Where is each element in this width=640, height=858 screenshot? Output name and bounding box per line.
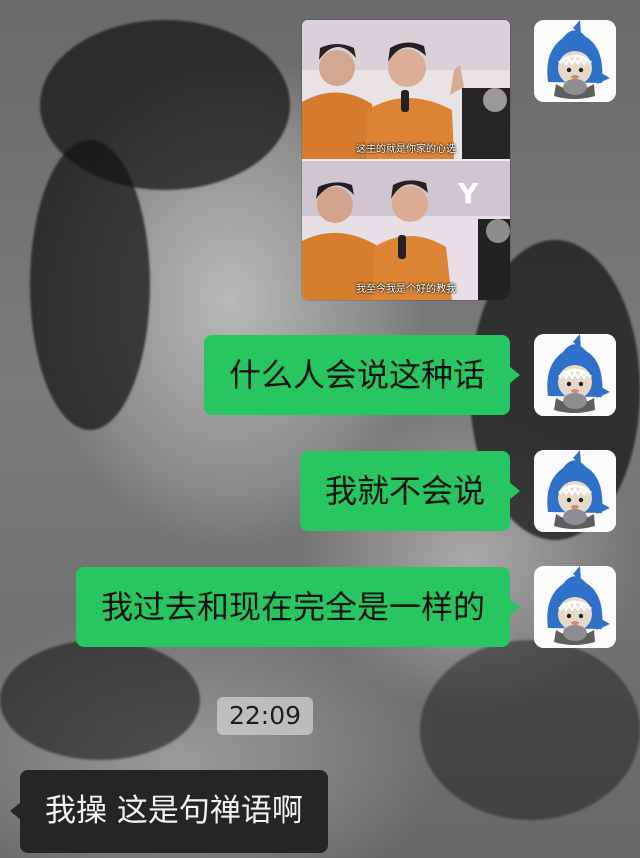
avatar[interactable] [534, 566, 616, 648]
avatar[interactable] [534, 20, 616, 102]
message-timestamp: 22:09 [217, 697, 313, 735]
photo-panel-bottom: Y 我至今我是个好的教我 [302, 161, 510, 300]
outgoing-message-bubble[interactable]: 我就不会说 [299, 451, 521, 531]
wallpaper-hair-shape [420, 640, 640, 820]
avatar[interactable] [534, 334, 616, 416]
shark-hood-character-icon [534, 566, 616, 648]
outgoing-message-bubble[interactable]: 什么人会说这种话 [203, 335, 521, 415]
photo-caption: 这主的就是你家的心选 [356, 144, 456, 155]
shark-hood-character-icon [534, 450, 616, 532]
wallpaper-hair-shape [30, 140, 150, 430]
shark-hood-character-icon [534, 334, 616, 416]
image-message[interactable]: 这主的就是你家的心选 Y 我至今我是个好的教我 [302, 20, 510, 300]
shark-hood-character-icon [534, 20, 616, 102]
photo-panel-top: 这主的就是你家的心选 [302, 20, 510, 159]
wallpaper-shoulder-shape [0, 640, 200, 760]
outgoing-message-bubble[interactable]: 我过去和现在完全是一样的 [75, 567, 521, 647]
photo-caption: 我至今我是个好的教我 [356, 284, 456, 295]
avatar[interactable] [534, 450, 616, 532]
svg-text:Y: Y [457, 177, 479, 210]
incoming-message-bubble[interactable]: 我操 这是句禅语啊 [10, 770, 328, 853]
